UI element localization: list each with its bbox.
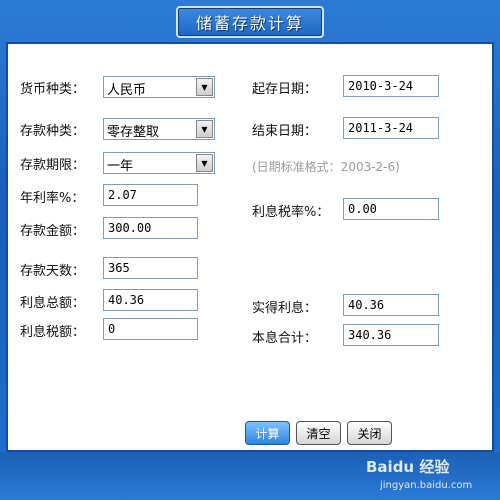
net-interest-field[interactable]: 40.36 [343,294,439,316]
calculate-button[interactable]: 计算 [245,421,290,445]
clear-button[interactable]: 清空 [296,421,341,445]
amount-field[interactable]: 300.00 [103,217,198,239]
watermark-url: jingyan.baidu.com [380,480,473,491]
amount-label: 存款金额： [20,224,86,239]
rate-label: 年利率%： [20,191,85,206]
tax-rate-label: 利息税率%： [252,205,330,220]
principal-interest-field[interactable]: 340.36 [343,324,439,346]
tax-amount-label: 利息税额： [20,325,86,340]
chevron-down-icon[interactable]: ▼ [196,154,213,172]
form-panel: 货币种类： 人民币 ▼ 存款种类： 零存整取 ▼ 存款期限： 一年 ▼ 年利率%… [6,42,494,452]
term-value: 一年 [107,159,134,174]
window-title-tab: 储蓄存款计算 [176,6,324,38]
end-date-label: 结束日期： [252,124,318,139]
term-select[interactable]: 一年 ▼ [103,152,215,174]
end-date-field[interactable]: 2011-3-24 [343,117,439,139]
deposit-type-label: 存款种类： [20,124,86,139]
days-label: 存款天数： [20,264,86,279]
interest-total-field[interactable]: 40.36 [103,289,198,311]
deposit-type-value: 零存整取 [107,125,160,140]
window-title: 储蓄存款计算 [195,14,304,33]
rate-field[interactable]: 2.07 [103,184,198,206]
currency-label: 货币种类： [20,82,86,97]
interest-total-label: 利息总额： [20,296,86,311]
days-field[interactable]: 365 [103,257,198,279]
principal-interest-label: 本息合计： [252,331,318,346]
tax-amount-field[interactable]: 0 [103,318,198,340]
currency-value: 人民币 [107,83,147,98]
net-interest-label: 实得利息： [252,301,318,316]
term-label: 存款期限： [20,158,86,173]
start-date-label: 起存日期： [252,82,318,97]
close-button[interactable]: 关闭 [347,421,392,445]
start-date-field[interactable]: 2010-3-24 [343,75,439,97]
tax-rate-field[interactable]: 0.00 [343,198,439,220]
watermark-brand: Baidu 经验 [366,458,450,476]
chevron-down-icon[interactable]: ▼ [196,78,213,96]
chevron-down-icon[interactable]: ▼ [196,120,213,138]
date-format-hint: (日期标准格式：2003-2-6) [252,160,400,174]
deposit-type-select[interactable]: 零存整取 ▼ [103,118,215,140]
currency-select[interactable]: 人民币 ▼ [103,76,215,98]
